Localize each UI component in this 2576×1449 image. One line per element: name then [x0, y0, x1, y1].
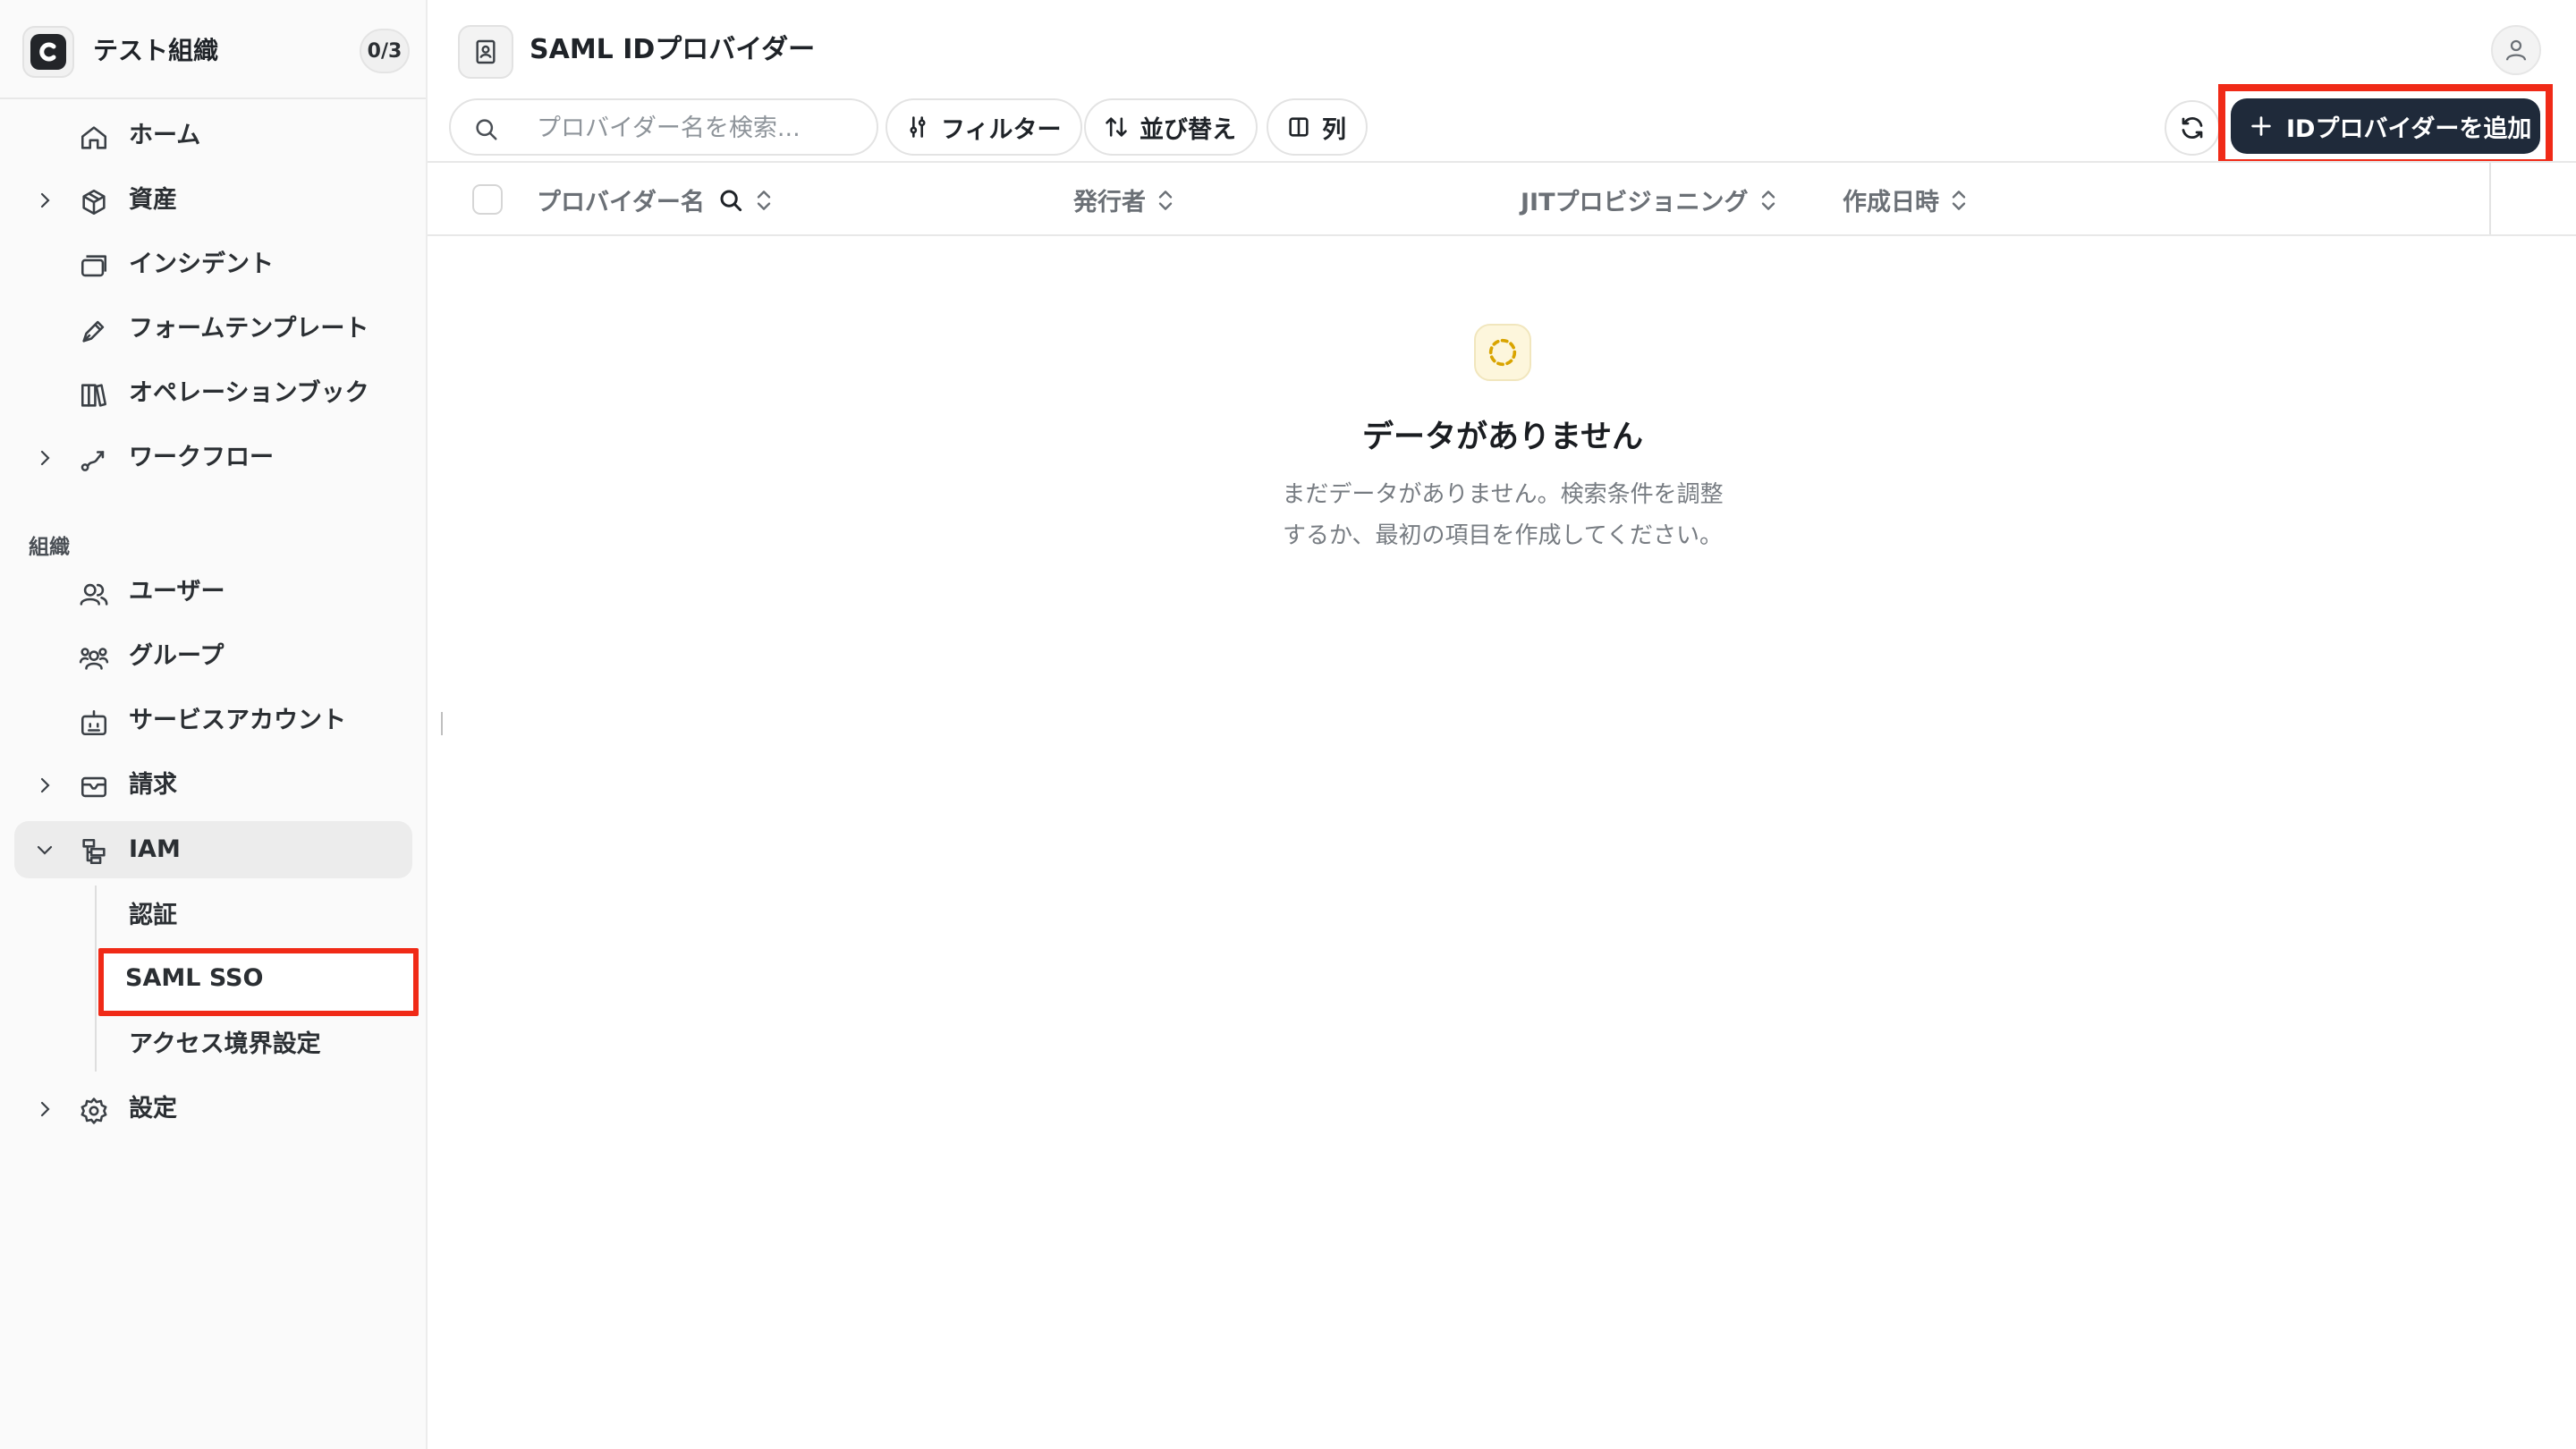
section-label-org: 組織: [29, 536, 70, 559]
sidebar-item-label: IAM: [129, 835, 181, 863]
chevron-down-icon[interactable]: [34, 839, 55, 860]
wallet-icon: [79, 772, 109, 802]
sidebar: テスト組織 0/3 ホーム 資産 インシデント フォームテンプレート オペレーシ…: [0, 0, 428, 1449]
sidebar-item-label: 資産: [129, 186, 177, 214]
plus-icon: [2249, 114, 2274, 139]
filter-label: フィルター: [941, 115, 1062, 144]
org-switcher[interactable]: テスト組織 0/3: [0, 0, 426, 99]
column-label: プロバイダー名: [537, 189, 705, 216]
column-label: JITプロビジョニング: [1521, 189, 1749, 216]
search-icon[interactable]: [717, 187, 744, 214]
sidebar-item-label: 請求: [129, 771, 177, 799]
sidebar-item-iam[interactable]: IAM: [14, 821, 412, 878]
sort-label: 並び替え: [1140, 115, 1236, 144]
sidebar-item-incidents[interactable]: インシデント: [14, 236, 412, 293]
sidebar-item-label: オペレーションブック: [129, 379, 369, 407]
pen-icon: [79, 316, 109, 346]
gear-icon: [79, 1096, 109, 1126]
refresh-button[interactable]: [2165, 100, 2220, 156]
sidebar-item-billing[interactable]: 請求: [14, 757, 412, 814]
empty-state-line-2: するか、最初の項目を作成してください。: [1283, 522, 1723, 549]
sidebar-item-operation-books[interactable]: オペレーションブック: [14, 365, 412, 422]
org-count-badge: 0/3: [360, 29, 410, 73]
columns-label: 列: [1322, 115, 1346, 144]
sidebar-subitem-label: 認証: [129, 902, 177, 929]
sort-icon[interactable]: [1155, 187, 1176, 214]
empty-state-line-1: まだデータがありません。検索条件を調整: [1282, 481, 1724, 508]
sidebar-subitem-auth[interactable]: 認証: [102, 886, 415, 946]
select-all-checkbox[interactable]: [472, 184, 503, 215]
column-divider: [2489, 163, 2491, 234]
chevron-right-icon[interactable]: [34, 447, 55, 469]
sidebar-subitem-saml-sso[interactable]: SAML SSO: [98, 948, 419, 1016]
search-box[interactable]: [449, 98, 878, 156]
sidebar-item-assets[interactable]: 資産: [14, 172, 412, 229]
group-icon: [79, 643, 109, 674]
sidebar-item-label: ユーザー: [129, 578, 225, 606]
sidebar-item-form-templates[interactable]: フォームテンプレート: [14, 301, 412, 358]
sort-arrows-icon: [1104, 114, 1129, 140]
page-title: SAML IDプロバイダー: [530, 34, 816, 65]
avatar[interactable]: [2491, 25, 2541, 75]
sidebar-item-label: フォームテンプレート: [129, 315, 369, 343]
subnav-line: [95, 886, 97, 1072]
home-icon: [79, 123, 109, 153]
users-icon: [79, 579, 109, 609]
refresh-icon: [2179, 114, 2206, 141]
sort-icon[interactable]: [1948, 187, 1970, 214]
sidebar-item-workflow[interactable]: ワークフロー: [14, 429, 412, 487]
sidebar-item-label: インシデント: [129, 250, 274, 278]
column-header-created-at[interactable]: 作成日時: [1843, 182, 1970, 217]
sidebar-subitem-label: SAML SSO: [125, 964, 264, 992]
chevron-right-icon[interactable]: [34, 190, 55, 211]
sidebar-subitem-access-boundary[interactable]: アクセス境界設定: [102, 1014, 415, 1075]
sidebar-item-label: サービスアカウント: [129, 707, 346, 734]
sidebar-item-service-accounts[interactable]: サービスアカウント: [14, 692, 412, 750]
empty-state-description: まだデータがありません。検索条件を調整 するか、最初の項目を作成してください。: [1234, 474, 1771, 556]
id-card-icon: [458, 25, 513, 79]
org-name: テスト組織: [93, 36, 219, 65]
sort-icon[interactable]: [1758, 187, 1779, 214]
cards-icon: [79, 251, 109, 282]
search-input[interactable]: [537, 111, 859, 145]
column-header-provider-name[interactable]: プロバイダー名: [537, 182, 775, 217]
sidebar-item-label: ワークフロー: [129, 444, 274, 471]
sidebar-item-users[interactable]: ユーザー: [14, 564, 412, 621]
sidebar-resize-handle[interactable]: [441, 712, 443, 735]
add-id-provider-button[interactable]: IDプロバイダーを追加: [2231, 98, 2540, 154]
column-header-issuer[interactable]: 発行者: [1073, 182, 1176, 217]
sidebar-item-groups[interactable]: グループ: [14, 628, 412, 685]
columns-button[interactable]: 列: [1267, 98, 1368, 156]
chevron-right-icon[interactable]: [34, 1098, 55, 1120]
box-icon: [79, 187, 109, 217]
chevron-right-icon[interactable]: [34, 775, 55, 796]
sidebar-subitem-label: アクセス境界設定: [129, 1030, 321, 1058]
bot-icon: [79, 708, 109, 738]
column-header-jit-provisioning[interactable]: JITプロビジョニング: [1521, 182, 1779, 217]
sliders-icon: [905, 114, 930, 140]
column-label: 発行者: [1073, 189, 1146, 216]
sidebar-item-settings[interactable]: 設定: [14, 1080, 412, 1138]
books-icon: [79, 380, 109, 411]
sidebar-item-home[interactable]: ホーム: [14, 107, 412, 165]
filter-button[interactable]: フィルター: [886, 98, 1083, 156]
workflow-icon: [79, 445, 109, 475]
loading-dashed-circle-icon: [1474, 324, 1531, 381]
table-header: プロバイダー名 発行者 JITプロビジョニング 作成日時: [428, 161, 2576, 236]
search-icon: [472, 115, 499, 142]
column-label: 作成日時: [1843, 189, 1939, 216]
sidebar-item-label: ホーム: [129, 122, 201, 149]
sidebar-item-label: 設定: [129, 1095, 177, 1123]
iam-icon: [79, 836, 109, 867]
sort-button[interactable]: 並び替え: [1084, 98, 1258, 156]
sidebar-item-label: グループ: [129, 642, 225, 670]
org-logo: [22, 26, 74, 78]
columns-icon: [1286, 114, 1311, 140]
empty-state-title: データがありません: [1362, 419, 1643, 455]
add-id-provider-label: IDプロバイダーを追加: [2286, 114, 2532, 143]
sort-icon[interactable]: [753, 187, 775, 214]
